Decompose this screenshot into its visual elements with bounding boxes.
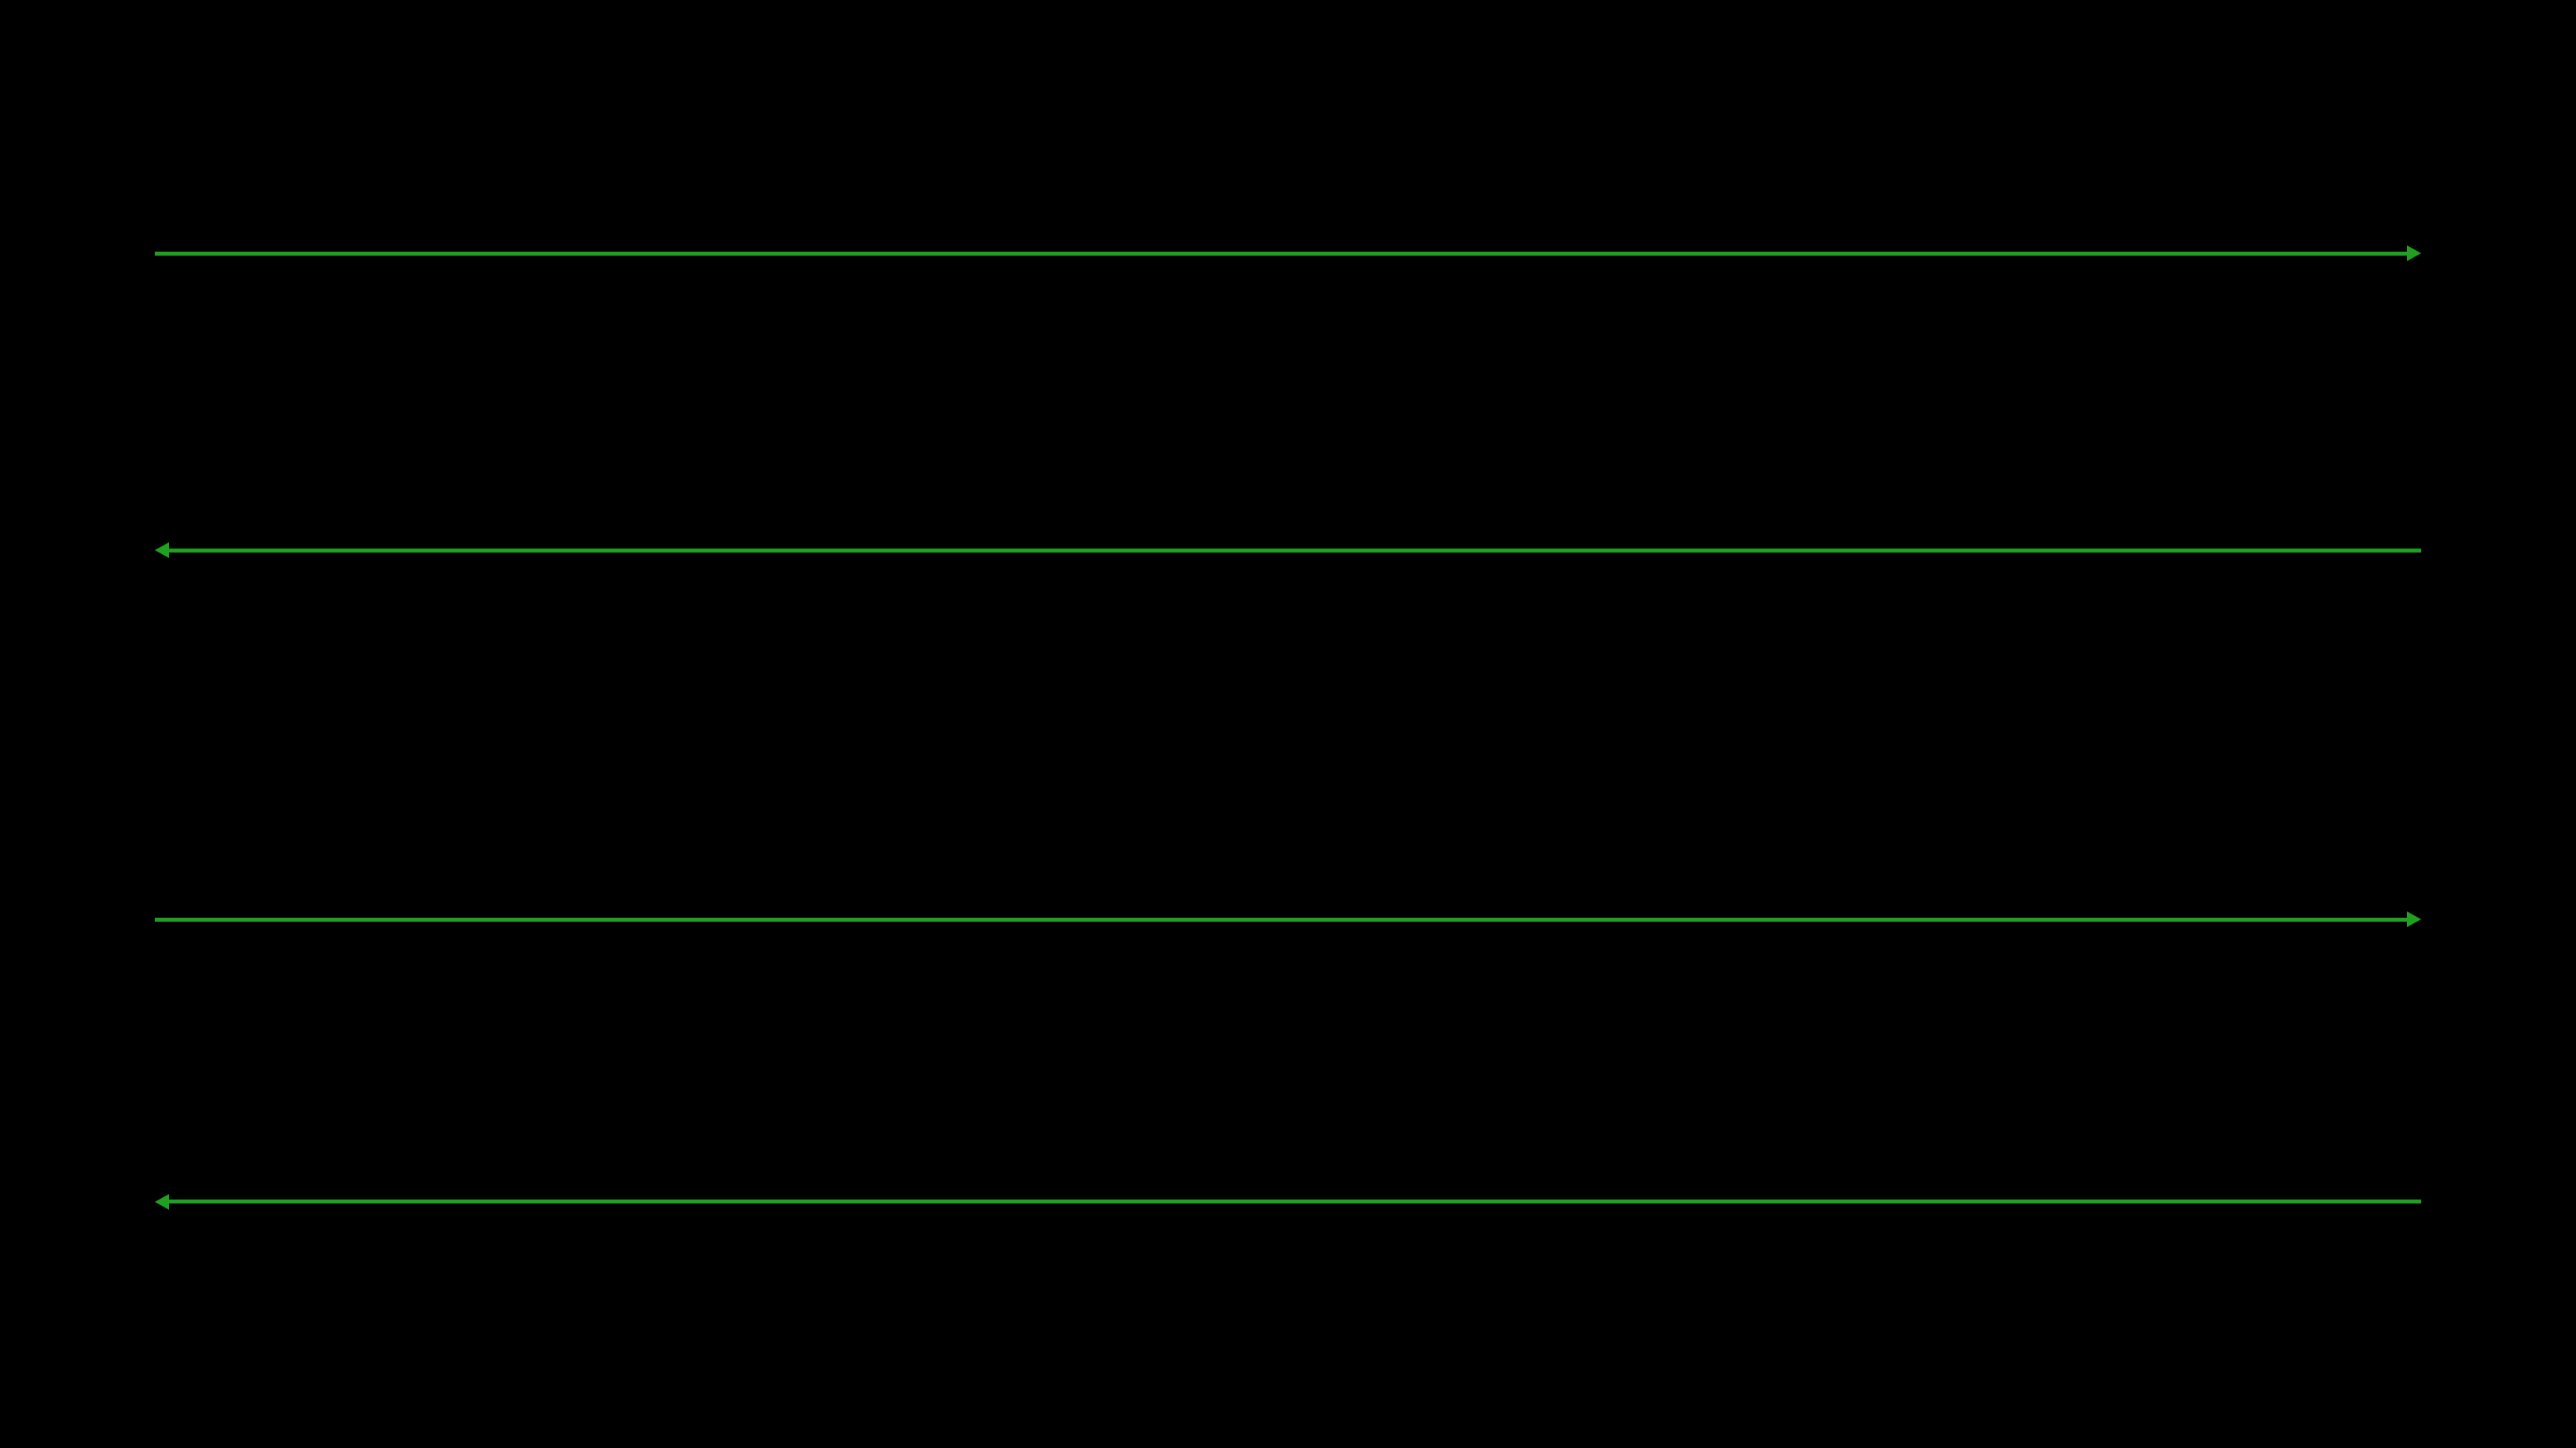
arrow-1-arrowhead-icon — [2407, 245, 2421, 261]
arrow-3-line — [155, 918, 2408, 922]
arrow-4 — [155, 1192, 2422, 1211]
arrow-3-arrowhead-icon — [2407, 911, 2421, 927]
arrow-1-line — [155, 252, 2408, 256]
arrow-2-arrowhead-icon — [155, 542, 169, 558]
arrow-4-arrowhead-icon — [155, 1194, 169, 1210]
arrow-4-line — [169, 1200, 2422, 1203]
arrow-2-line — [169, 549, 2422, 553]
arrow-1 — [155, 244, 2422, 263]
arrow-3 — [155, 910, 2422, 929]
arrow-2 — [155, 541, 2422, 560]
diagram-canvas — [0, 0, 2576, 1448]
